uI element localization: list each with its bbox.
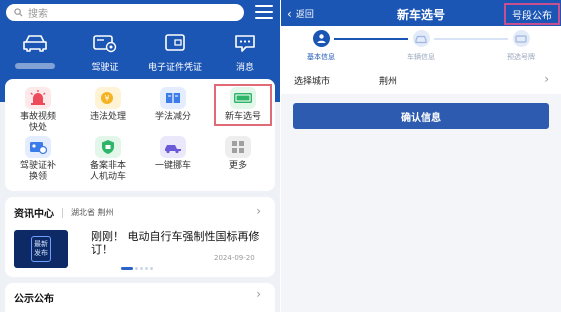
divider <box>62 207 63 218</box>
news-date: 2024-09-20 <box>214 254 255 262</box>
license-renew-icon <box>25 136 51 158</box>
step-label: 基本信息 <box>307 53 335 61</box>
service-study-deduct[interactable]: 学法减分 <box>142 87 204 123</box>
service-accident-video[interactable]: 事故视频 快处 <box>7 87 69 134</box>
step-vehicle-info: 车辆信息 <box>381 30 461 62</box>
service-label-2: 人机动车 <box>89 172 126 182</box>
step-label: 预选号牌 <box>507 53 535 61</box>
quick-vehicle[interactable] <box>1 30 69 72</box>
notice-card[interactable]: 公示公布 › <box>5 283 275 312</box>
news-center-title: 资讯中心 <box>14 209 54 220</box>
quick-entry-bar: 驾驶证 电子证件凭证 消息 <box>0 30 280 73</box>
segment-announce-button[interactable]: 号段公布 <box>504 3 560 25</box>
shield-icon <box>95 136 121 158</box>
services-card: 事故视频 快处 ¥ 违法处理 学法减分 新车选号 驾驶证补 换领 备案非本 人机… <box>5 79 275 191</box>
search-icon <box>14 8 23 17</box>
wallet-icon <box>162 30 188 56</box>
service-label: 驾驶证补 <box>19 161 56 171</box>
violation-icon: ¥ <box>95 87 121 109</box>
city-select-row[interactable]: 选择城市 荆州 › <box>281 66 561 94</box>
blurred-plate-label <box>15 63 55 69</box>
news-headline[interactable]: 刚刚！ 电动自行车强制性国标再修订！ <box>91 230 266 256</box>
message-icon <box>232 30 258 56</box>
highlight-new-car-plate <box>214 84 272 126</box>
thumbnail-badge: 最新发布 <box>31 236 51 262</box>
news-header: 资讯中心 湖北省 荆州 <box>14 205 114 220</box>
chevron-right-icon[interactable]: › <box>256 204 261 218</box>
chevron-right-icon[interactable]: › <box>256 287 261 301</box>
menu-icon[interactable] <box>255 5 273 19</box>
news-thumbnail[interactable]: 最新发布 <box>14 230 68 268</box>
carousel-dots[interactable] <box>121 267 153 270</box>
right-screen: ‹ 返回 新车选号 号段公布 基本信息 车辆信息 预选号牌 选择城市 荆州 › … <box>281 0 561 312</box>
service-label: 事故视频 <box>19 112 56 122</box>
service-label: 备案非本 <box>89 161 126 171</box>
step-basic-info: 基本信息 <box>281 30 361 62</box>
quick-messages[interactable]: 消息 <box>211 30 279 73</box>
service-move-car[interactable]: 一键挪车 <box>142 136 204 172</box>
service-label: 更多 <box>228 161 247 171</box>
step-preselect-plate: 预选号牌 <box>481 30 561 62</box>
step-label: 车辆信息 <box>407 53 435 61</box>
quick-label: 电子证件凭证 <box>147 63 202 73</box>
quick-e-certificate[interactable]: 电子证件凭证 <box>141 30 209 73</box>
notice-title: 公示公布 <box>14 294 54 305</box>
confirm-button[interactable]: 确认信息 <box>293 103 549 129</box>
news-card[interactable]: 资讯中心 湖北省 荆州 › 最新发布 刚刚！ 电动自行车强制性国标再修订！ 20… <box>5 197 275 277</box>
city-value[interactable]: 荆州 <box>379 74 397 87</box>
progress-steps: 基本信息 车辆信息 预选号牌 <box>281 26 561 66</box>
service-label-2: 换领 <box>28 172 47 182</box>
alarm-icon <box>25 87 51 109</box>
svg-text:¥: ¥ <box>104 94 109 103</box>
service-label: 学法减分 <box>154 112 191 122</box>
search-input[interactable]: 搜索 <box>6 4 244 21</box>
car-icon <box>22 30 48 56</box>
search-placeholder: 搜索 <box>28 9 48 20</box>
chevron-right-icon[interactable]: › <box>544 72 549 86</box>
city-label: 选择城市 <box>294 77 331 87</box>
service-license-renew[interactable]: 驾驶证补 换领 <box>7 136 69 183</box>
left-screen: 搜索 驾驶证 电子证件凭证 消息 事故视频 快处 ¥ 违法处理 学法减分 新车选… <box>0 0 280 312</box>
service-label: 违法处理 <box>89 112 126 122</box>
nav-bar: ‹ 返回 新车选号 号段公布 <box>281 0 561 26</box>
plate-icon <box>512 30 530 47</box>
study-book-icon <box>160 87 186 109</box>
service-label: 一键挪车 <box>154 161 191 171</box>
service-more[interactable]: 更多 <box>207 136 269 172</box>
service-violation[interactable]: ¥ 违法处理 <box>77 87 139 123</box>
quick-label: 驾驶证 <box>91 63 119 73</box>
tow-car-icon <box>160 136 186 158</box>
news-location: 湖北省 荆州 <box>71 208 114 217</box>
car-icon <box>412 30 430 47</box>
driver-license-icon <box>92 30 118 56</box>
quick-label: 消息 <box>235 63 254 73</box>
user-icon <box>312 30 330 47</box>
more-icon <box>225 136 251 158</box>
service-non-owner-record[interactable]: 备案非本 人机动车 <box>77 136 139 183</box>
quick-driver-license[interactable]: 驾驶证 <box>71 30 139 73</box>
service-label-2: 快处 <box>28 123 47 133</box>
